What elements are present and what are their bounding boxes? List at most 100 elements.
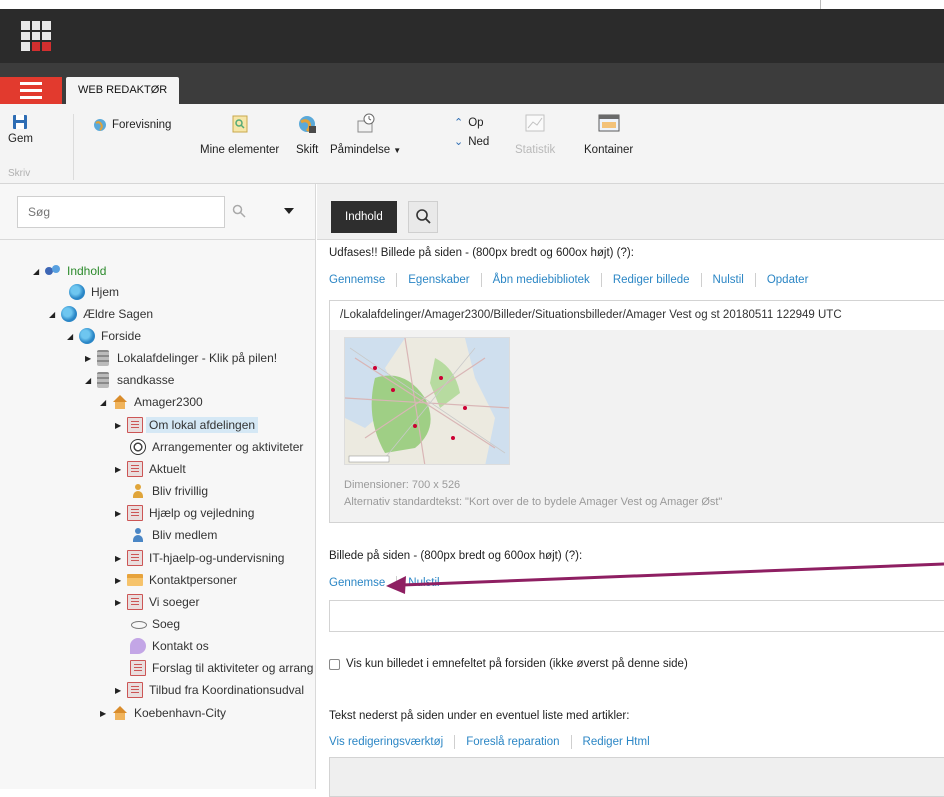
tree-node-selected[interactable]: ▶ Om lokal afdelingen xyxy=(115,414,259,436)
tree-node[interactable]: ▶ Vi soeger xyxy=(115,591,199,613)
tree-node-root[interactable]: ◢ Indhold xyxy=(33,260,106,282)
container-icon xyxy=(598,114,620,132)
statistics-button[interactable]: Statistik xyxy=(515,114,555,156)
switch-button[interactable]: Skift xyxy=(296,114,318,156)
collapsed-arrow-icon[interactable]: ▶ xyxy=(115,576,127,585)
collapsed-arrow-icon[interactable]: ▶ xyxy=(115,554,127,563)
tree-node-label: Hjem xyxy=(91,285,120,299)
tree-node[interactable]: ▶ Hjælp og vejledning xyxy=(115,502,254,524)
tree-node[interactable]: ▶ Aktuelt xyxy=(115,458,186,480)
editor-tab-header: Indhold xyxy=(317,184,944,240)
update-link[interactable]: Opdater xyxy=(767,274,809,286)
expand-arrow-icon[interactable]: ◢ xyxy=(33,267,45,276)
save-label: Gem xyxy=(8,133,33,145)
tree-node[interactable]: ▶ IT-hjaelp-og-undervisning xyxy=(115,547,284,569)
preview-button[interactable]: Forevisning xyxy=(93,118,171,132)
tree-node[interactable]: ◢ sandkasse xyxy=(85,369,174,391)
tree-node[interactable]: Forslag til aktiviteter og arrang xyxy=(130,657,313,679)
reset-link[interactable]: Nulstil xyxy=(408,577,439,589)
container-label: Kontainer xyxy=(584,144,634,156)
tab-content[interactable]: Indhold xyxy=(331,201,397,233)
move-down-label: Ned xyxy=(468,135,490,148)
save-button[interactable]: Gem xyxy=(8,114,33,145)
search-options-dropdown[interactable] xyxy=(284,208,294,214)
show-image-only-checkbox[interactable] xyxy=(329,658,340,670)
tree-node-label: Tilbud fra Koordinationsudval xyxy=(149,683,304,697)
people-icon xyxy=(45,263,61,279)
expand-arrow-icon[interactable]: ◢ xyxy=(49,310,61,319)
hamburger-menu-button[interactable] xyxy=(0,77,62,104)
move-up-button[interactable]: ⌃ Op xyxy=(454,116,484,130)
browse-link[interactable]: Gennemse xyxy=(329,577,385,589)
tree-node-label: Bliv medlem xyxy=(152,528,218,542)
top-strip xyxy=(0,0,944,9)
reminder-label: Påmindelse ▼ xyxy=(330,144,402,156)
image-path-field[interactable]: /Lokalafdelinger/Amager2300/Billeder/Sit… xyxy=(329,300,944,331)
tree-node[interactable]: ◢ Forside xyxy=(67,325,141,347)
app-logo-icon[interactable] xyxy=(21,21,51,51)
collapsed-arrow-icon[interactable]: ▶ xyxy=(115,686,127,695)
tree-node[interactable]: ▶ Lokalafdelinger - Klik på pilen! xyxy=(85,347,277,369)
reset-link[interactable]: Nulstil xyxy=(713,274,744,286)
tree-search-input[interactable] xyxy=(17,196,225,228)
my-items-button[interactable]: Mine elementer xyxy=(200,114,279,156)
my-items-label: Mine elementer xyxy=(200,144,280,156)
tree-node[interactable]: Hjem xyxy=(69,281,119,303)
person-icon xyxy=(130,527,146,543)
write-group-label: Skriv xyxy=(8,168,31,179)
tree-node[interactable]: ▶ Tilbud fra Koordinationsudval xyxy=(115,679,304,701)
map-thumbnail-image[interactable] xyxy=(344,337,510,465)
tree-node[interactable]: Bliv frivillig xyxy=(130,480,208,502)
tab-web-editor[interactable]: WEB REDAKTØR xyxy=(66,77,180,104)
tree-node-label: sandkasse xyxy=(117,373,175,387)
document-icon xyxy=(130,660,146,676)
suggest-fix-link[interactable]: Foreslå reparation xyxy=(466,736,559,748)
tree-node[interactable]: Arrangementer og aktiviteter xyxy=(130,436,303,458)
show-editor-link[interactable]: Vis redigeringsværktøj xyxy=(329,736,443,748)
tree-node-label: Lokalafdelinger - Klik på pilen! xyxy=(117,351,278,365)
tree-node[interactable]: ◢ Amager2300 xyxy=(100,391,203,413)
expand-arrow-icon[interactable]: ◢ xyxy=(67,332,79,341)
tree-node-label: Hjælp og vejledning xyxy=(149,506,255,520)
collapsed-arrow-icon[interactable]: ▶ xyxy=(115,421,127,430)
edit-html-link[interactable]: Rediger Html xyxy=(583,736,650,748)
expand-arrow-icon[interactable]: ◢ xyxy=(85,376,97,385)
reminder-button[interactable]: Påmindelse ▼ xyxy=(330,112,401,156)
tree-search-row xyxy=(0,184,315,240)
image-path-field-empty[interactable] xyxy=(329,600,944,632)
preview-label: Forevisning xyxy=(112,119,172,131)
collapsed-arrow-icon[interactable]: ▶ xyxy=(115,465,127,474)
globe-icon xyxy=(79,328,95,344)
tree-node[interactable]: ▶ Koebenhavn-City xyxy=(100,702,226,724)
content-editor: Indhold Udfases!! Billede på siden - (80… xyxy=(317,184,944,797)
statistics-label: Statistik xyxy=(515,144,556,156)
expand-arrow-icon[interactable]: ◢ xyxy=(100,398,112,407)
properties-link[interactable]: Egenskaber xyxy=(408,274,469,286)
collapsed-arrow-icon[interactable]: ▶ xyxy=(100,709,112,718)
rich-text-field[interactable] xyxy=(329,757,944,797)
open-media-library-link[interactable]: Åbn mediebibliotek xyxy=(493,274,590,286)
search-icon[interactable] xyxy=(232,204,246,218)
chevron-down-icon: ▼ xyxy=(393,146,402,155)
globe-icon xyxy=(69,284,85,300)
container-button[interactable]: Kontainer xyxy=(584,114,633,156)
edit-image-link[interactable]: Rediger billede xyxy=(613,274,690,286)
switch-icon xyxy=(299,116,317,133)
tree-node[interactable]: Kontakt os xyxy=(130,635,209,657)
move-down-button[interactable]: ⌄ Ned xyxy=(454,135,490,149)
show-image-only-checkbox-row[interactable]: Vis kun billedet i emnefeltet på forside… xyxy=(329,658,688,670)
image-dimensions: Dimensioner: 700 x 526 xyxy=(344,479,461,491)
rich-text-actions: Vis redigeringsværktøj Foreslå reparatio… xyxy=(329,735,650,749)
tree-node[interactable]: ▶ Kontaktpersoner xyxy=(115,569,237,591)
collapsed-arrow-icon[interactable]: ▶ xyxy=(115,509,127,518)
checkbox-label: Vis kun billedet i emnefeltet på forside… xyxy=(346,658,688,670)
home-icon xyxy=(112,394,128,410)
collapsed-arrow-icon[interactable]: ▶ xyxy=(85,354,97,363)
tree-node[interactable]: ◢ Ældre Sagen xyxy=(49,303,153,325)
collapsed-arrow-icon[interactable]: ▶ xyxy=(115,598,127,607)
tab-search[interactable] xyxy=(408,201,438,233)
tree-node[interactable]: Bliv medlem xyxy=(130,524,217,546)
browse-link[interactable]: Gennemse xyxy=(329,274,385,286)
ribbon-divider xyxy=(73,114,74,180)
tree-node[interactable]: Soeg xyxy=(130,613,180,635)
